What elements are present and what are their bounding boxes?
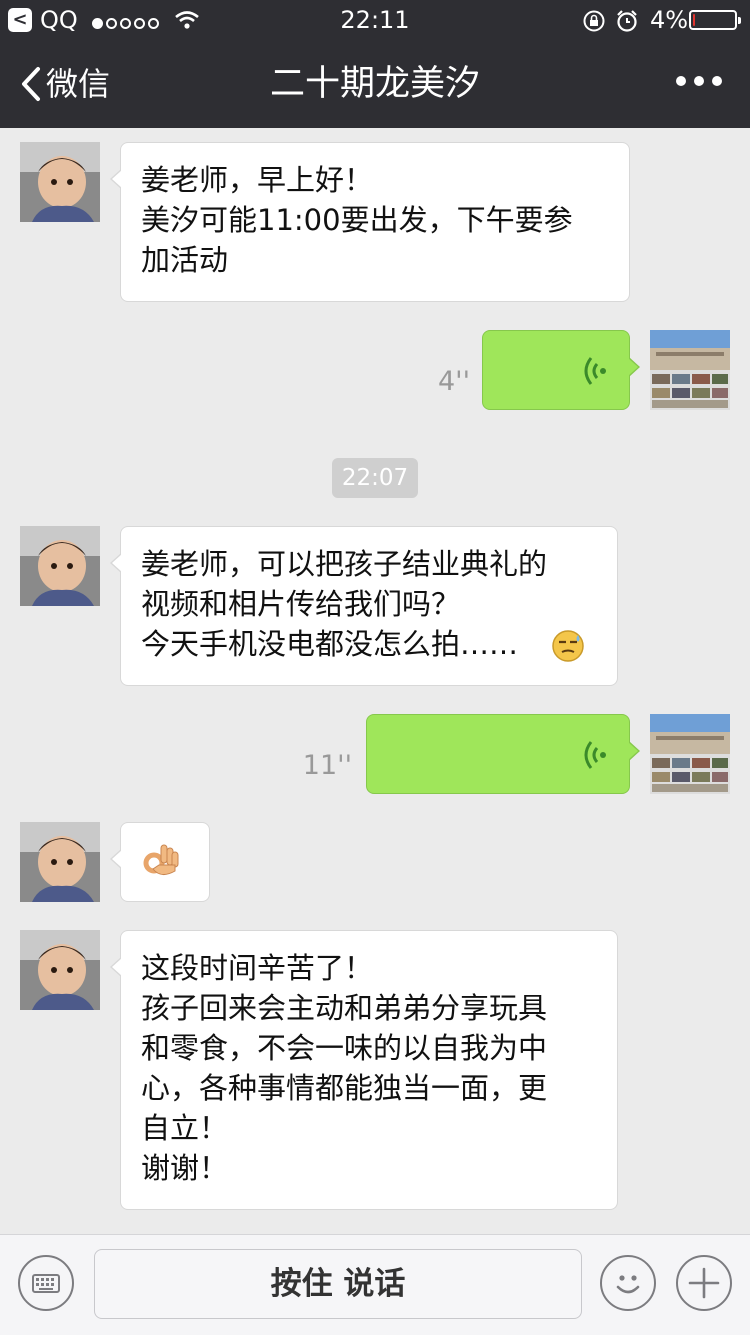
hold-to-talk-button[interactable]: 按住 说话: [94, 1249, 582, 1319]
awkward-sweat-emoji-icon: [552, 630, 584, 662]
message-text: 姜老师，可以把孩子结业典礼的 视频和相片传给我们吗？ 今天手机没电都没怎么拍……: [141, 547, 548, 661]
voice-wave-icon: [584, 741, 606, 769]
contact-avatar[interactable]: [20, 930, 100, 1010]
emoji-button[interactable]: [600, 1255, 656, 1311]
message-bubble-incoming[interactable]: 姜老师，早上好！ 美汐可能11:00要出发，下午要参 加活动: [110, 142, 630, 302]
battery-icon: [689, 10, 741, 30]
smiley-icon: [616, 1275, 640, 1294]
keyboard-icon: [32, 1274, 60, 1293]
keyboard-button[interactable]: [18, 1255, 74, 1311]
emoji-message-bubble[interactable]: [110, 822, 210, 902]
nav-bar: 微信 二十期龙美汐: [0, 40, 750, 128]
message-bubble-incoming[interactable]: 这段时间辛苦了！ 孩子回来会主动和弟弟分享玩具 和零食，不会一味的以自我为中 心…: [110, 930, 618, 1210]
message-text: 姜老师，早上好！ 美汐可能11:00要出发，下午要参 加活动: [141, 163, 573, 277]
contact-avatar[interactable]: [20, 526, 100, 606]
message-text: 这段时间辛苦了！ 孩子回来会主动和弟弟分享玩具 和零食，不会一味的以自我为中 心…: [141, 951, 548, 1185]
ok-hand-emoji-icon: [143, 844, 179, 875]
message-bubble-incoming[interactable]: 姜老师，可以把孩子结业典礼的 视频和相片传给我们吗？ 今天手机没电都没怎么拍……: [110, 526, 618, 686]
contact-avatar[interactable]: [20, 822, 100, 902]
timestamp: 22:07: [332, 458, 418, 498]
my-avatar[interactable]: [650, 714, 730, 794]
input-bar: 按住 说话: [0, 1234, 750, 1335]
my-avatar[interactable]: [650, 330, 730, 410]
top-bars: < QQ 22:11 4% 微信 二十期龙美汐: [0, 0, 750, 128]
alarm-icon: [617, 10, 637, 32]
chat-title: 二十期龙美汐: [269, 64, 480, 104]
voice-duration: 11'': [302, 750, 352, 781]
status-bar: < QQ 22:11 4%: [0, 0, 750, 40]
more-dots-icon[interactable]: [676, 76, 722, 86]
contact-avatar[interactable]: [20, 142, 100, 222]
voice-wave-icon: [584, 357, 606, 385]
battery-level-fill: [693, 14, 695, 26]
plus-button[interactable]: [676, 1255, 732, 1311]
plus-icon: [688, 1267, 720, 1299]
voice-message-bubble[interactable]: [482, 330, 640, 410]
voice-message-bubble[interactable]: [366, 714, 640, 794]
battery-percent: 4%: [650, 6, 689, 34]
orientation-lock-icon: [583, 10, 605, 32]
voice-duration: 4'': [437, 366, 470, 397]
